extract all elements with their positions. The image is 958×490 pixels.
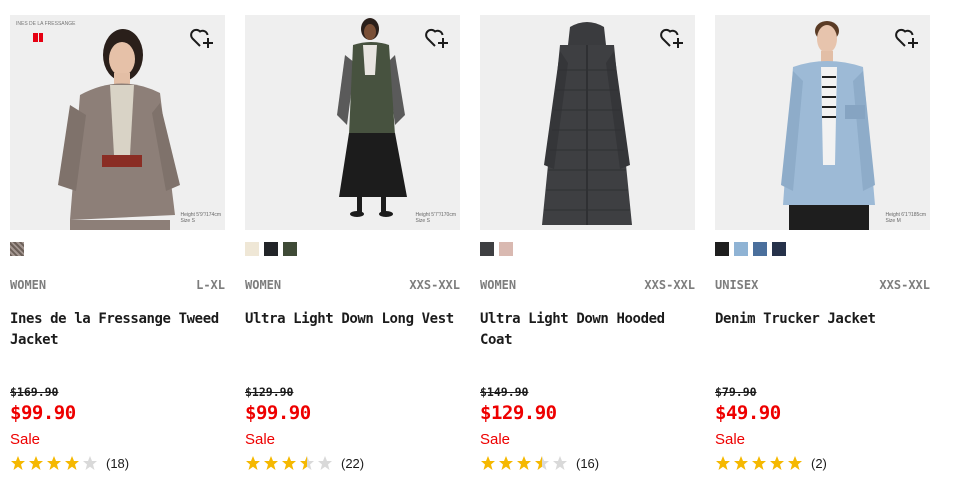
brand-tag: INES DE LA FRESSANGE: [16, 21, 76, 27]
product-name[interactable]: Ultra Light Down Hooded Coat: [480, 309, 695, 351]
color-swatch[interactable]: [283, 242, 297, 256]
star-icon: [318, 456, 332, 470]
sale-price: $99.90: [245, 402, 311, 424]
heart-plus-icon[interactable]: [189, 25, 215, 51]
star-icon: [517, 456, 531, 470]
star-icon: [47, 456, 61, 470]
product-card[interactable]: Height 6'1"/185cm Size M UNISEX XXS-XXL …: [715, 15, 930, 471]
product-name[interactable]: Ultra Light Down Long Vest: [245, 309, 460, 330]
star-icon: [535, 456, 549, 470]
product-image[interactable]: INES DE LA FRESSANGE Height 5'9"/174cm S…: [10, 15, 225, 230]
product-meta: WOMEN L-XL: [10, 278, 225, 292]
rating: (16): [480, 455, 599, 471]
star-icon: [300, 456, 314, 470]
model-caption: Height 5'9"/174cm Size S: [180, 212, 221, 224]
color-swatch[interactable]: [499, 242, 513, 256]
star-icon: [716, 456, 730, 470]
model-caption: Height 6'1"/185cm Size M: [885, 212, 926, 224]
review-count[interactable]: (16): [576, 456, 599, 471]
product-meta: WOMEN XXS-XXL: [245, 278, 460, 292]
product-card[interactable]: Height 5'7"/170cm Size S WOMEN XXS-XXL U…: [245, 15, 460, 471]
sale-price: $49.90: [715, 402, 781, 424]
star-icon: [83, 456, 97, 470]
size-range: XXS-XXL: [879, 278, 930, 292]
size-range: L-XL: [196, 278, 225, 292]
original-price: $79.90: [715, 385, 757, 399]
star-icon: [788, 456, 802, 470]
sale-label: Sale: [10, 431, 41, 448]
product-image[interactable]: Height 6'1"/185cm Size M: [715, 15, 930, 230]
sale-label: Sale: [245, 431, 276, 448]
product-name[interactable]: Denim Trucker Jacket: [715, 309, 930, 330]
caption-line: Size M: [885, 218, 901, 224]
sale-label: Sale: [480, 431, 511, 448]
sale-price: $129.90: [480, 402, 557, 424]
gender-label: WOMEN: [245, 278, 282, 292]
star-icon: [264, 456, 278, 470]
star-icon: [499, 456, 513, 470]
color-swatch[interactable]: [480, 242, 494, 256]
rating: (22): [245, 455, 364, 471]
star-icon: [11, 456, 25, 470]
color-swatches: [245, 242, 297, 256]
product-name[interactable]: Ines de la Fressange Tweed Jacket: [10, 309, 225, 351]
review-count[interactable]: (2): [811, 456, 827, 471]
color-swatch[interactable]: [245, 242, 259, 256]
star-icon: [29, 456, 43, 470]
star-icon: [65, 456, 79, 470]
gender-label: UNISEX: [715, 278, 759, 292]
rating: (2): [715, 455, 827, 471]
star-icon: [752, 456, 766, 470]
model-caption: Height 5'7"/170cm Size S: [415, 212, 456, 224]
original-price: $129.90: [245, 385, 294, 399]
original-price: $149.90: [480, 385, 529, 399]
size-range: XXS-XXL: [409, 278, 460, 292]
review-count[interactable]: (22): [341, 456, 364, 471]
sale-price: $99.90: [10, 402, 76, 424]
color-swatch[interactable]: [734, 242, 748, 256]
color-swatch[interactable]: [753, 242, 767, 256]
caption-line: Size S: [180, 218, 195, 224]
heart-plus-icon[interactable]: [424, 25, 450, 51]
gender-label: WOMEN: [480, 278, 517, 292]
star-icon: [481, 456, 495, 470]
review-count[interactable]: (18): [106, 456, 129, 471]
sale-label: Sale: [715, 431, 746, 448]
size-range: XXS-XXL: [644, 278, 695, 292]
color-swatches: [715, 242, 786, 256]
star-icon: [770, 456, 784, 470]
original-price: $169.90: [10, 385, 59, 399]
color-swatch[interactable]: [772, 242, 786, 256]
color-swatch[interactable]: [264, 242, 278, 256]
color-swatches: [10, 242, 24, 256]
caption-line: Size S: [415, 218, 430, 224]
color-swatch[interactable]: [10, 242, 24, 256]
star-icon: [246, 456, 260, 470]
heart-plus-icon[interactable]: [659, 25, 685, 51]
uniqlo-logo: [33, 33, 43, 42]
star-icon: [553, 456, 567, 470]
star-icon: [282, 456, 296, 470]
product-image[interactable]: Height 5'7"/170cm Size S: [245, 15, 460, 230]
product-meta: WOMEN XXS-XXL: [480, 278, 695, 292]
product-image[interactable]: [480, 15, 695, 230]
product-grid: INES DE LA FRESSANGE Height 5'9"/174cm S…: [10, 15, 930, 471]
product-card[interactable]: INES DE LA FRESSANGE Height 5'9"/174cm S…: [10, 15, 225, 471]
rating: (18): [10, 455, 129, 471]
product-meta: UNISEX XXS-XXL: [715, 278, 930, 292]
color-swatches: [480, 242, 513, 256]
gender-label: WOMEN: [10, 278, 47, 292]
heart-plus-icon[interactable]: [894, 25, 920, 51]
color-swatch[interactable]: [715, 242, 729, 256]
star-icon: [734, 456, 748, 470]
product-card[interactable]: WOMEN XXS-XXL Ultra Light Down Hooded Co…: [480, 15, 695, 471]
